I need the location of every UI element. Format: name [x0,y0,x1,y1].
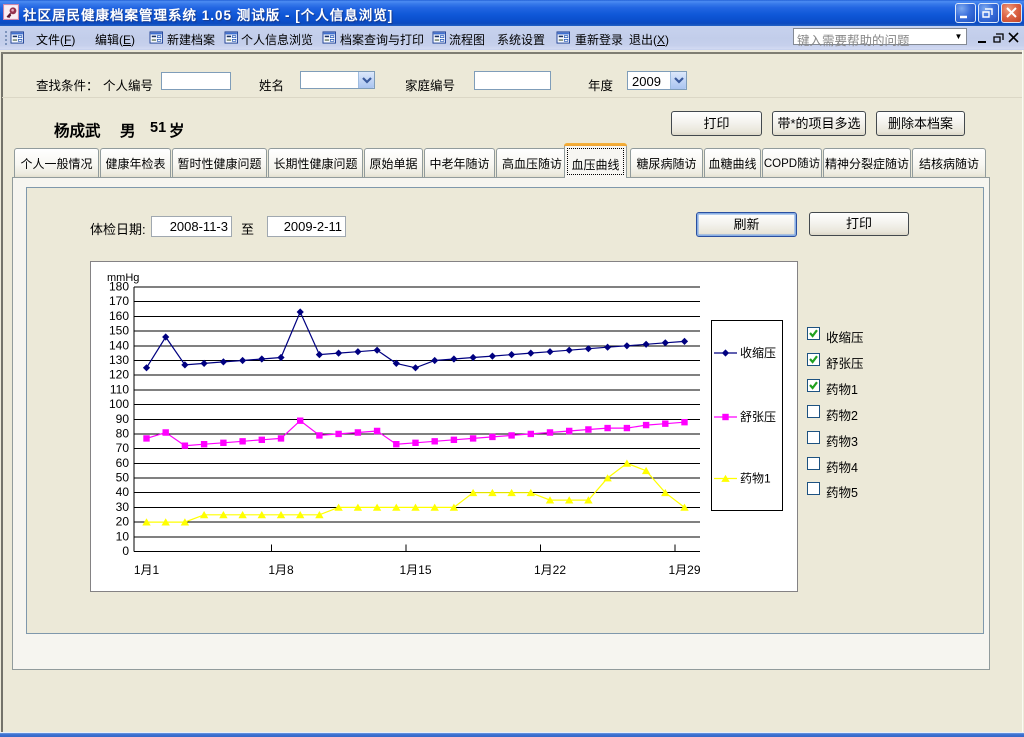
svg-text:80: 80 [116,426,130,440]
svg-text:1月29: 1月29 [668,563,700,577]
svg-text:90: 90 [116,412,130,426]
svg-text:20: 20 [116,515,130,529]
svg-text:120: 120 [109,368,129,382]
svg-text:药物1: 药物1 [740,472,771,486]
svg-text:40: 40 [116,485,130,499]
svg-text:140: 140 [109,338,129,352]
svg-text:0: 0 [122,544,129,558]
svg-text:100: 100 [109,397,129,411]
svg-text:170: 170 [109,294,129,308]
svg-text:130: 130 [109,353,129,367]
svg-text:150: 150 [109,324,129,338]
svg-text:1月15: 1月15 [399,563,431,577]
svg-text:160: 160 [109,309,129,323]
svg-text:50: 50 [116,471,130,485]
svg-text:舒张压: 舒张压 [740,410,776,424]
svg-text:1月1: 1月1 [134,563,160,577]
svg-text:收缩压: 收缩压 [740,345,776,360]
svg-text:110: 110 [110,382,129,396]
svg-text:60: 60 [116,456,130,470]
svg-text:1月22: 1月22 [534,563,566,577]
svg-text:1月8: 1月8 [268,563,294,577]
svg-text:30: 30 [116,500,130,514]
svg-text:10: 10 [116,529,130,543]
svg-text:180: 180 [109,280,129,294]
svg-text:70: 70 [116,441,130,455]
